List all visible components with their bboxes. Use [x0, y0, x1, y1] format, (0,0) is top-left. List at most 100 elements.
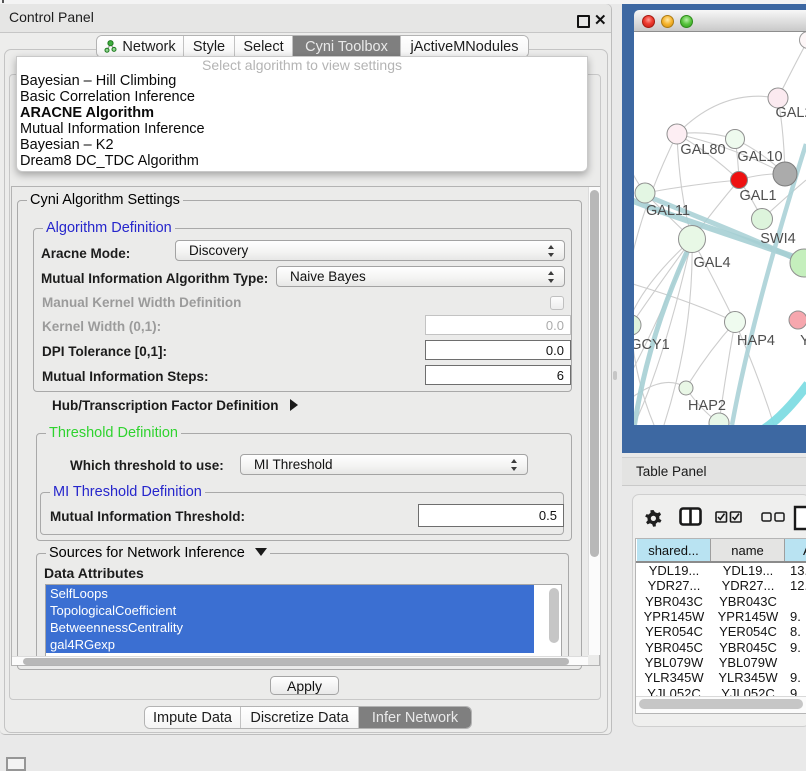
algorithm-definition-title: Algorithm Definition	[43, 221, 175, 236]
sources-title-label: Sources for Network Inference	[49, 545, 245, 561]
tab-style-label: Style	[193, 39, 225, 55]
tab-discretize-data-label: Discretize Data	[250, 710, 348, 726]
tab-infer-network[interactable]: Infer Network	[359, 707, 471, 728]
mi-type-select[interactable]: Naive Bayes	[276, 266, 565, 287]
network-edge	[634, 239, 692, 425]
tab-network[interactable]: Network	[97, 36, 184, 57]
table-row[interactable]: YBL079WYBL079W	[636, 655, 806, 670]
tab-jactivemnodules[interactable]: jActiveMNodules	[401, 36, 528, 57]
mi-steps-field[interactable]: 6	[425, 365, 571, 385]
close-icon[interactable]: ✕	[594, 11, 607, 29]
mi-threshold-definition-title: MI Threshold Definition	[50, 485, 205, 500]
network-node[interactable]	[800, 32, 806, 49]
network-node-gal10[interactable]	[726, 130, 745, 149]
status-corner-box	[6, 757, 26, 771]
checked-columns-icon[interactable]	[715, 511, 743, 523]
tab-impute-data[interactable]: Impute Data	[145, 707, 241, 728]
column-header-shared[interactable]: shared...	[637, 539, 711, 561]
tab-select-label: Select	[243, 39, 283, 55]
mi-threshold-label: Mutual Information Threshold:	[50, 509, 245, 524]
algorithm-option-dream8-dc-tdc-algorithm[interactable]: Dream8 DC_TDC Algorithm	[17, 153, 587, 169]
attribute-item-betweennesscentrality[interactable]: BetweennessCentrality	[46, 619, 534, 636]
aracne-mode-label: Aracne Mode:	[41, 246, 130, 261]
unchecked-columns-icon[interactable]	[761, 512, 786, 522]
table-row[interactable]: YPR145WYPR145W9.	[636, 609, 806, 624]
combo-arrows-icon	[547, 271, 556, 283]
network-node-hap4[interactable]	[725, 312, 746, 333]
attribute-item-topologicalcoefficient[interactable]: TopologicalCoefficient	[46, 602, 534, 619]
tab-network-label: Network	[122, 39, 175, 55]
algorithm-option-bayesian-hill-climbing[interactable]: Bayesian – Hill Climbing	[17, 73, 587, 89]
zoom-traffic-light[interactable]	[680, 15, 693, 28]
network-node-y[interactable]	[789, 311, 806, 329]
tab-select[interactable]: Select	[235, 36, 293, 57]
mi-type-value: Naive Bayes	[290, 269, 366, 284]
float-window-icon[interactable]	[577, 15, 590, 28]
apply-button[interactable]: Apply	[270, 676, 339, 695]
algorithm-option-bayesian-k2[interactable]: Bayesian – K2	[17, 137, 587, 153]
hub-definition-toggle[interactable]: Hub/Transcription Factor Definition	[52, 398, 298, 413]
table-hscrollbar-thumb[interactable]	[639, 699, 803, 709]
collapse-arrow-icon[interactable]	[255, 548, 267, 556]
network-node-gal1[interactable]	[731, 172, 748, 189]
table-row[interactable]: YDR27...YDR27...12.	[636, 578, 806, 593]
attribute-item-gal4rgexp[interactable]: gal4RGexp	[46, 636, 534, 653]
manual-kernel-checkbox[interactable]	[550, 296, 564, 310]
algorithm-option-aracne-algorithm[interactable]: ARACNE Algorithm	[17, 105, 587, 121]
table-row[interactable]: YJL052CYJL052C9.	[636, 685, 806, 696]
table-row[interactable]: YER054CYER054C8.	[636, 624, 806, 639]
column-header-a[interactable]: A	[785, 539, 806, 561]
network-canvas[interactable]: GAL2GAL80GAL10GAL1GAL11GAL4SWI4GCY1HAP4Y…	[634, 32, 806, 425]
list-scrollbar-thumb[interactable]	[549, 588, 559, 643]
vertical-scrollbar-thumb[interactable]	[590, 190, 599, 557]
table-cell: 8.	[790, 624, 806, 639]
panel-divider-handle[interactable]	[613, 371, 617, 380]
network-node-gal80[interactable]	[667, 124, 687, 144]
table-cell: YLR345W	[637, 670, 711, 685]
node-label-gal4: GAL4	[693, 255, 730, 271]
network-window-titlebar[interactable]	[634, 10, 806, 32]
control-panel-tabs: Network Style Select Cyni Toolbox jActiveMNo…	[96, 35, 529, 58]
tab-cyni-toolbox[interactable]: Cyni Toolbox	[293, 36, 401, 57]
table-cell	[790, 594, 806, 609]
attribute-item-selfloops[interactable]: SelfLoops	[46, 585, 534, 602]
table-hscrollbar-track[interactable]	[636, 696, 806, 714]
tab-jactivemnodules-label: jActiveMNodules	[411, 39, 519, 55]
tab-style[interactable]: Style	[184, 36, 235, 57]
table-cell: YDR27...	[637, 578, 711, 593]
node-table[interactable]: shared...nameA YDL19...YDL19...13.YDR27.…	[635, 538, 806, 714]
dpi-tolerance-field[interactable]: 0.0	[425, 340, 571, 360]
minimize-traffic-light[interactable]	[661, 15, 674, 28]
aracne-mode-select[interactable]: Discovery	[175, 240, 565, 261]
network-node-hap2[interactable]	[679, 381, 693, 395]
gear-icon[interactable]	[645, 510, 662, 527]
network-node[interactable]	[773, 162, 797, 186]
table-cell	[790, 655, 806, 670]
close-traffic-light[interactable]	[642, 15, 655, 28]
mi-type-label: Mutual Information Algorithm Type:	[41, 271, 268, 286]
network-edge	[764, 384, 806, 425]
algorithm-option-basic-correlation-inference[interactable]: Basic Correlation Inference	[17, 89, 587, 105]
kernel-width-field[interactable]: 0.0	[425, 315, 571, 335]
network-node-swi4[interactable]	[752, 209, 773, 230]
table-row[interactable]: YDL19...YDL19...13.	[636, 563, 806, 578]
algorithm-option-mutual-information-inference[interactable]: Mutual Information Inference	[17, 121, 587, 137]
network-node-gcy1[interactable]	[634, 315, 641, 335]
control-panel-title: Control Panel	[9, 9, 94, 25]
network-node[interactable]	[709, 413, 729, 425]
data-attributes-list[interactable]: SelfLoopsTopologicalCoefficientBetweenne…	[45, 584, 562, 657]
horizontal-scrollbar-thumb[interactable]	[23, 658, 569, 665]
mi-threshold-field[interactable]: 0.5	[418, 504, 564, 527]
table-row[interactable]: YLR345WYLR345W9.	[636, 670, 806, 685]
split-columns-icon[interactable]	[679, 507, 702, 526]
table-row[interactable]: YBR043CYBR043C	[636, 594, 806, 609]
document-icon[interactable]	[793, 505, 806, 531]
column-header-name[interactable]: name	[711, 539, 785, 561]
network-node-gal11[interactable]	[635, 183, 655, 203]
which-threshold-select[interactable]: MI Threshold	[240, 454, 528, 475]
table-cell: YBR043C	[711, 594, 785, 609]
node-label-hap4: HAP4	[737, 333, 775, 349]
tab-discretize-data[interactable]: Discretize Data	[241, 707, 359, 728]
network-node-gal4[interactable]	[679, 226, 706, 253]
table-row[interactable]: YBR045CYBR045C9.	[636, 640, 806, 655]
